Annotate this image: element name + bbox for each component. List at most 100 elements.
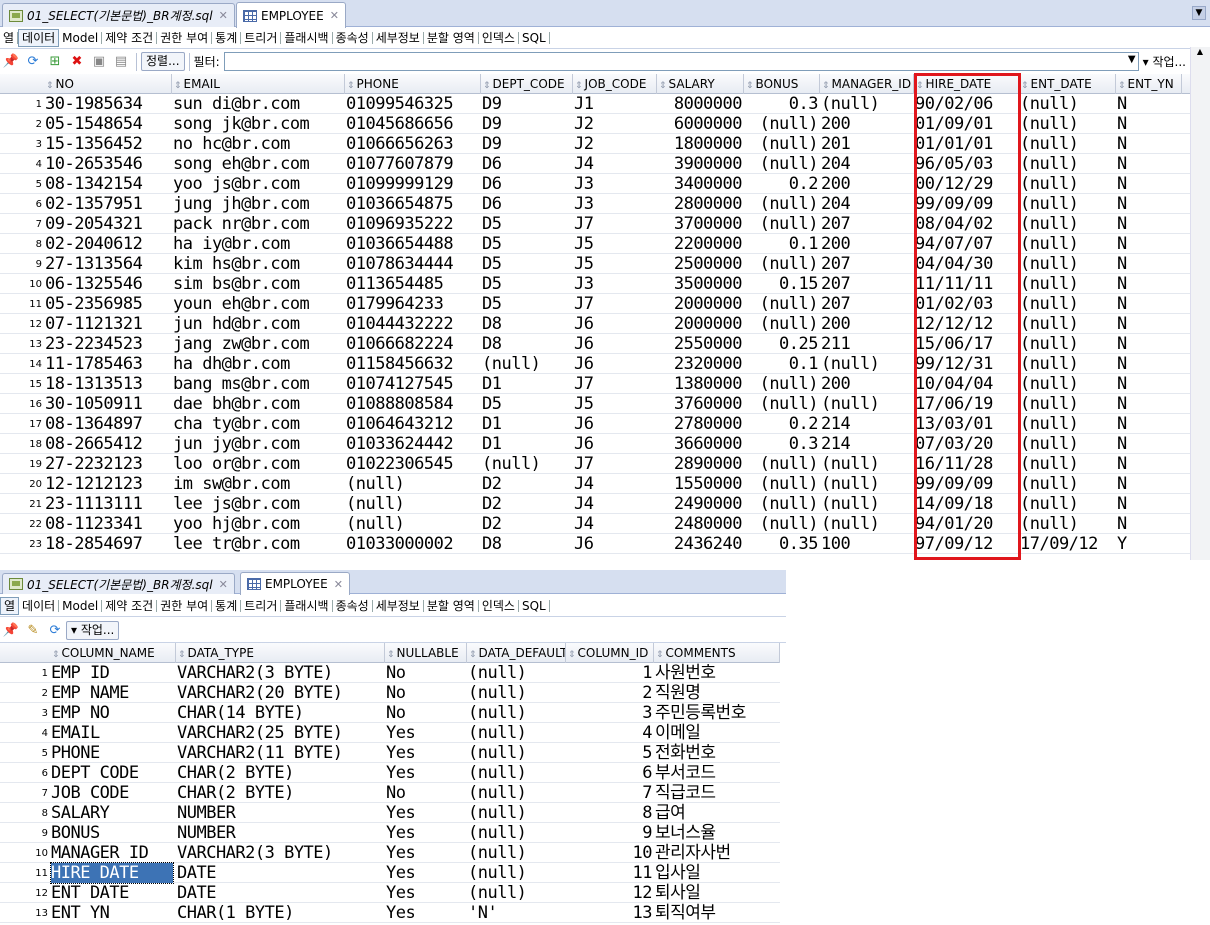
table-cell[interactable]: 09-2054321 [45, 214, 172, 234]
table-row[interactable]: 13 ENT YN CHAR(1 BYTE) Yes 'N' 13 퇴직여부 [0, 903, 780, 923]
table-cell[interactable]: (null) [1020, 494, 1116, 514]
table-cell[interactable]: 이메일 [655, 723, 780, 743]
table-cell[interactable]: 10 [567, 843, 654, 863]
table-cell[interactable]: 0113654485 [346, 274, 481, 294]
table-cell[interactable]: 214 [821, 434, 914, 454]
table-cell[interactable]: (null) [1020, 134, 1116, 154]
table-cell[interactable]: (null) [1020, 254, 1116, 274]
table-cell[interactable]: NUMBER [177, 803, 385, 823]
table-row[interactable]: 8 SALARY NUMBER Yes (null) 8 급여 [0, 803, 780, 823]
table-cell[interactable]: 0179964233 [346, 294, 481, 314]
table-cell[interactable]: 27-2232123 [45, 454, 172, 474]
table-cell[interactable]: J6 [574, 534, 657, 554]
table-cell[interactable]: 99/09/09 [915, 194, 1019, 214]
table-cell[interactable]: 15-1356452 [45, 134, 172, 154]
table-row[interactable]: 19 27-2232123 loo or@br.com 01022306545 (nul… [0, 454, 1190, 474]
table-cell[interactable]: 08-1123341 [45, 514, 172, 534]
table-cell[interactable]: D9 [482, 114, 573, 134]
table-cell[interactable]: (null) [468, 823, 566, 843]
table-cell[interactable]: J4 [574, 154, 657, 174]
table-cell[interactable]: J6 [574, 314, 657, 334]
table-cell[interactable]: 0.1 [745, 234, 820, 254]
table-cell[interactable]: 05-1548654 [45, 114, 172, 134]
table-cell[interactable]: J5 [574, 234, 657, 254]
table-cell[interactable]: Yes [386, 883, 467, 903]
table-cell[interactable]: D5 [482, 274, 573, 294]
table-cell[interactable]: (null) [468, 883, 566, 903]
table-cell[interactable]: (null) [1020, 314, 1116, 334]
table-cell[interactable]: 01036654875 [346, 194, 481, 214]
table-cell[interactable]: (null) [1020, 414, 1116, 434]
close-icon[interactable]: ✕ [334, 578, 343, 591]
table-cell[interactable]: yoo js@br.com [173, 174, 345, 194]
table-cell[interactable]: 12-1212123 [45, 474, 172, 494]
table-cell[interactable]: 2890000 [658, 454, 744, 474]
table-cell[interactable]: 0.25 [745, 334, 820, 354]
table-cell[interactable]: VARCHAR2(25 BYTE) [177, 723, 385, 743]
table-cell[interactable]: N [1117, 254, 1182, 274]
table-cell[interactable]: 18-2854697 [45, 534, 172, 554]
table-cell[interactable]: N [1117, 294, 1182, 314]
table-cell[interactable]: sim bs@br.com [173, 274, 345, 294]
table-cell[interactable]: N [1117, 194, 1182, 214]
table-cell[interactable]: 3 [567, 703, 654, 723]
table-cell[interactable]: 207 [821, 214, 914, 234]
table-cell[interactable]: EMP NAME [51, 683, 176, 703]
table-cell[interactable]: 96/05/03 [915, 154, 1019, 174]
table-cell[interactable]: Yes [386, 763, 467, 783]
table-cell[interactable]: (null) [745, 494, 820, 514]
sort-icon[interactable]: ⇕ [575, 81, 583, 91]
table-cell[interactable]: N [1117, 214, 1182, 234]
table-cell[interactable]: kim hs@br.com [173, 254, 345, 274]
table-cell[interactable]: 02-2040612 [45, 234, 172, 254]
table-cell[interactable]: (null) [745, 454, 820, 474]
table-cell[interactable]: N [1117, 154, 1182, 174]
sort-icon[interactable]: ⇕ [469, 650, 477, 660]
table-cell[interactable]: (null) [1020, 174, 1116, 194]
table-cell[interactable]: (null) [821, 454, 914, 474]
table-cell[interactable]: 17/06/19 [915, 394, 1019, 414]
table-row[interactable]: 3 15-1356452 no hc@br.com 01066656263 D9 J2 18… [0, 134, 1190, 154]
subtab-item[interactable]: 권한 부여 [157, 32, 213, 44]
table-row[interactable]: 10 MANAGER ID VARCHAR2(3 BYTE) Yes (null) 10 관… [0, 843, 780, 863]
table-cell[interactable]: (null) [346, 494, 481, 514]
table-cell[interactable]: N [1117, 274, 1182, 294]
table-row[interactable]: 20 12-1212123 im sw@br.com (null) D2 J4 155000… [0, 474, 1190, 494]
table-cell[interactable]: VARCHAR2(11 BYTE) [177, 743, 385, 763]
table-cell[interactable]: 15/06/17 [915, 334, 1019, 354]
table-cell[interactable]: D5 [482, 294, 573, 314]
table-cell[interactable]: N [1117, 374, 1182, 394]
table-row[interactable]: 1 30-1985634 sun di@br.com 01099546325 D9 J1 8… [0, 94, 1190, 114]
subtab-item[interactable]: 인덱스 [479, 600, 519, 612]
table-cell[interactable]: bang ms@br.com [173, 374, 345, 394]
table-row[interactable]: 1 EMP ID VARCHAR2(3 BYTE) No (null) 1 사원번호 [0, 663, 780, 683]
column-header[interactable]: ⇕ HIRE_DATE [914, 74, 1019, 94]
table-cell[interactable]: 퇴사일 [655, 883, 780, 903]
subtab-item[interactable]: 플래시백 [281, 600, 333, 612]
table-cell[interactable]: 1800000 [658, 134, 744, 154]
table-cell[interactable]: 23-2234523 [45, 334, 172, 354]
table-cell[interactable]: 01/02/03 [915, 294, 1019, 314]
table-cell[interactable]: 18-1313513 [45, 374, 172, 394]
table-cell[interactable]: 0.3 [745, 434, 820, 454]
column-header[interactable]: ⇕ NULLABLE [385, 643, 467, 663]
rollback-icon[interactable]: ▤ [112, 53, 130, 71]
table-cell[interactable]: J5 [574, 254, 657, 274]
actions-menu[interactable]: ▾ 작업... [1143, 53, 1186, 70]
table-cell[interactable]: Yes [386, 743, 467, 763]
table-cell[interactable]: (null) [1020, 114, 1116, 134]
table-cell[interactable]: 0.35 [745, 534, 820, 554]
column-header[interactable]: ⇕ DATA_DEFAULT [467, 643, 566, 663]
table-cell[interactable]: D5 [482, 394, 573, 414]
column-header[interactable]: ⇕ COLUMN_ID [566, 643, 654, 663]
table-cell[interactable]: 8 [567, 803, 654, 823]
table-cell[interactable]: 2490000 [658, 494, 744, 514]
table-cell[interactable]: D1 [482, 374, 573, 394]
table-row[interactable]: 11 HIRE DATE DATE Yes (null) 11 입사일 [0, 862, 780, 884]
table-cell[interactable]: N [1117, 434, 1182, 454]
table-cell[interactable]: J3 [574, 194, 657, 214]
table-cell[interactable]: EMP NO [51, 703, 176, 723]
table-cell[interactable]: (null) [745, 114, 820, 134]
table-row[interactable]: 22 08-1123341 yoo hj@br.com (null) D2 J4 24800… [0, 514, 1190, 534]
table-cell[interactable]: 204 [821, 194, 914, 214]
